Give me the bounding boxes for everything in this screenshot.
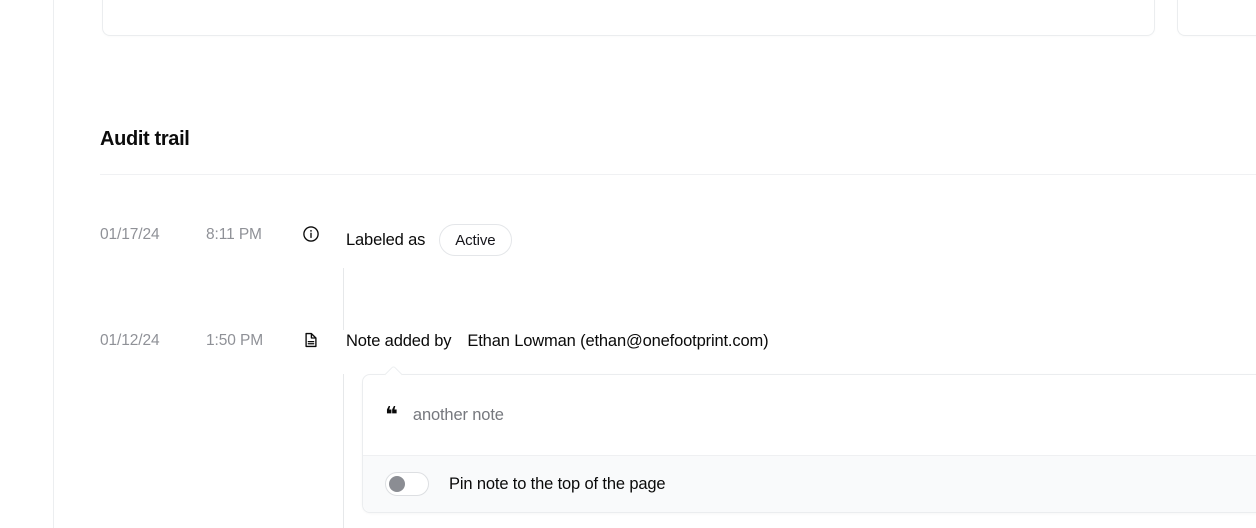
audit-trail-title: Audit trail <box>100 126 1256 152</box>
audit-trail-section: Audit trail <box>100 126 1256 175</box>
timeline-date: 01/17/24 <box>100 224 172 246</box>
timeline-connector-line <box>343 268 344 330</box>
timeline-icon-column <box>302 224 346 243</box>
section-divider <box>100 174 1256 175</box>
timeline-action-text: Labeled as <box>346 229 425 251</box>
note-card-footer: Pin note to the top of the page <box>363 455 1256 512</box>
timeline-icon-column <box>302 330 346 349</box>
timeline-row: 01/17/24 8:11 PM Labeled as Active <box>100 224 1256 256</box>
timeline-time: 1:50 PM <box>172 330 302 352</box>
info-circle-icon <box>302 225 320 243</box>
timeline-time: 8:11 PM <box>172 224 302 246</box>
timeline-row-body: Labeled as Active <box>346 224 1256 256</box>
risk-signals-card-secondary[interactable]: No risk signals <box>1177 0 1256 36</box>
audit-trail-timeline: 01/17/24 8:11 PM Labeled as Active 01/12… <box>100 224 1256 352</box>
timeline-action-text: Note added by <box>346 330 451 352</box>
timeline-actor-name[interactable]: Ethan Lowman (ethan@onefootprint.com) <box>467 330 768 352</box>
quote-icon: ❝ <box>385 405 397 427</box>
timeline-row-body: Note added by Ethan Lowman (ethan@onefoo… <box>346 330 1256 352</box>
timeline-connector-line <box>343 374 344 528</box>
note-card-container: ❝ another note Pin note to the top of th… <box>362 374 1256 513</box>
pin-note-toggle-label: Pin note to the top of the page <box>449 473 665 495</box>
app-viewport: No risk signals No risk signals Audit tr… <box>0 0 1256 528</box>
risk-signals-card-group: No risk signals No risk signals <box>102 0 1256 36</box>
note-card: ❝ another note Pin note to the top of th… <box>362 374 1256 513</box>
timeline-date: 01/12/24 <box>100 330 172 352</box>
pin-note-toggle[interactable] <box>385 472 429 496</box>
risk-signals-card-primary[interactable]: No risk signals <box>102 0 1155 36</box>
timeline-row: 01/12/24 1:50 PM Note added by Ethan Low… <box>100 330 1256 352</box>
note-text: another note <box>413 404 504 426</box>
toggle-knob <box>389 476 405 492</box>
navigation-rail <box>0 0 54 528</box>
note-card-body: ❝ another note <box>363 375 1256 455</box>
document-icon <box>302 331 320 349</box>
status-badge[interactable]: Active <box>439 224 511 256</box>
